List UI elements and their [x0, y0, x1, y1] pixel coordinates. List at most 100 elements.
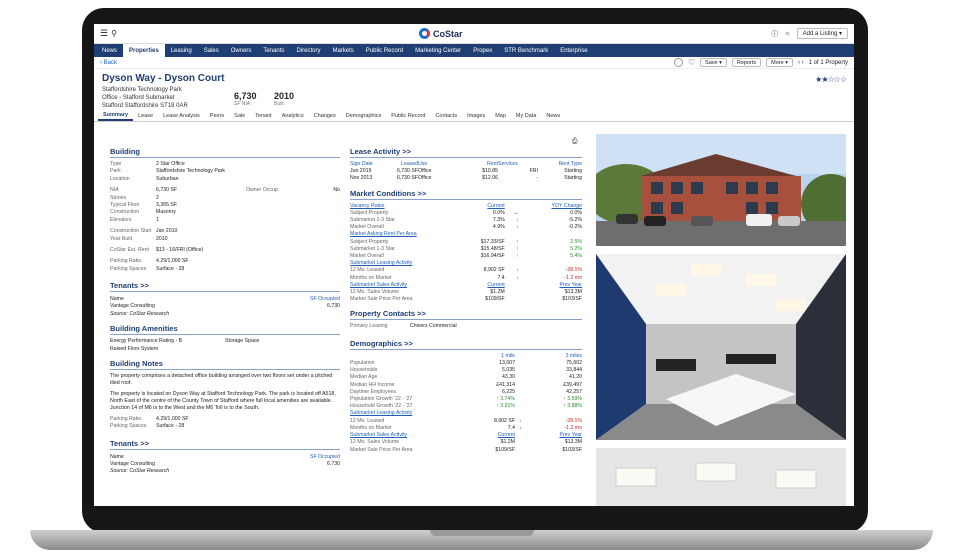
lease-row[interactable]: Jun 2019 6,730 SF Office $10.85 FRI Starting — [350, 168, 582, 175]
table-cell: Market Overall — [350, 224, 384, 231]
table-cell: Months on Market — [350, 274, 392, 281]
office-interior-photo[interactable] — [596, 254, 846, 440]
tab-map[interactable]: Map — [490, 111, 511, 121]
table-cell: Starting — [564, 175, 582, 182]
table-cell — [515, 403, 522, 410]
tab-demographics[interactable]: Demographics — [341, 111, 386, 121]
row-value: 4.29/1,000 SF — [156, 258, 189, 265]
tab-changes[interactable]: Changes — [309, 111, 341, 121]
photo-column — [586, 134, 854, 506]
nav-item-markets[interactable]: Markets — [326, 44, 359, 57]
table-cell: Market Sale Price Per Area — [350, 446, 413, 453]
nav-item-news[interactable]: News — [96, 44, 123, 57]
tenants-heading-2[interactable]: Tenants >> — [110, 439, 340, 450]
row-value: 1 — [156, 216, 159, 223]
top-bar: ☰ ⚲ CoStar ⓘ ☼ Add a Listing ▾ — [94, 24, 854, 44]
table-cell: Population — [350, 360, 375, 367]
tab-contacts[interactable]: Contacts — [430, 111, 462, 121]
demo-row: Population 13,007 75,602 — [350, 360, 582, 367]
help-icon[interactable]: ⓘ — [771, 29, 778, 39]
costar-logo[interactable]: CoStar — [419, 28, 463, 39]
search-icon[interactable]: ⚲ — [111, 29, 117, 38]
office-ceiling-photo[interactable] — [596, 448, 846, 506]
stat-sf: 6,730 SF NIA — [234, 91, 257, 107]
row-value: 2 Star Office — [156, 161, 185, 167]
nav-item-directory[interactable]: Directory — [290, 44, 326, 57]
tab-news[interactable]: News — [541, 111, 565, 121]
pager-arrows[interactable]: ‹ › — [798, 60, 804, 66]
nav-item-public-record[interactable]: Public Record — [360, 44, 409, 57]
table-cell — [455, 231, 505, 238]
market-row: Submarket 1-3 Star 7.3% ↓ -5.2% — [350, 217, 582, 224]
tab-tenant[interactable]: Tenant — [250, 111, 277, 121]
nav-item-leasing[interactable]: Leasing — [165, 44, 198, 57]
table-cell: 12 Mo. Leased — [350, 267, 385, 274]
nav-item-tenants[interactable]: Tenants — [257, 44, 290, 57]
nav-item-str-benchmark[interactable]: STR Benchmark — [498, 44, 554, 57]
tab-lease[interactable]: Lease — [133, 111, 158, 121]
tab-analytics[interactable]: Analytics — [277, 111, 309, 121]
building-row: Construction Masonry — [110, 209, 340, 216]
subsection-header[interactable]: Submarket Leasing Activity — [350, 410, 582, 417]
globe-icon[interactable]: ☼ — [784, 30, 790, 37]
tab-lease-analysis[interactable]: Lease Analysis — [158, 111, 205, 121]
heart-icon[interactable]: ♡ — [688, 58, 695, 67]
table-cell — [350, 353, 455, 360]
tab-sale[interactable]: Sale — [229, 111, 250, 121]
table-cell: ↑ 3.91% — [496, 403, 515, 410]
tenants-heading[interactable]: Tenants >> — [110, 281, 340, 293]
table-cell: 6,730 SF — [396, 175, 418, 182]
subsection-header[interactable]: Submarket Sales Activity Current Prev Year — [350, 282, 582, 289]
nav-item-owners[interactable]: Owners — [225, 44, 258, 57]
table-cell: 12 Mo. Sales Volume — [350, 289, 400, 296]
tab-public-record[interactable]: Public Record — [386, 111, 430, 121]
tab-summary[interactable]: Summary — [98, 111, 134, 121]
lease-row[interactable]: Nov 2013 6,730 SF Office $12.06 - Starting — [350, 175, 582, 182]
table-cell: Prev Year — [559, 281, 583, 288]
market-row: Market Overall $16.94/SF ↑ 5.4% — [350, 253, 582, 260]
table-cell: -0.2% — [568, 224, 582, 231]
subsection-header[interactable]: Submarket Sales Activity Current Prev Year — [350, 432, 582, 439]
demo-row: Daytime Employees 6,225 42,257 — [350, 389, 582, 396]
check-icon[interactable] — [673, 58, 683, 67]
contacts-heading[interactable]: Property Contacts >> — [350, 309, 582, 321]
back-link[interactable]: ‹ Back — [100, 60, 117, 66]
property-title: Dyson Way - Dyson Court — [102, 73, 225, 84]
reports-button[interactable]: Reports — [731, 58, 762, 67]
nav-item-sales[interactable]: Sales — [198, 44, 225, 57]
tenant-row[interactable]: Vantage Consulting 6,730 — [110, 461, 340, 468]
save-button[interactable]: Save ▾ — [700, 58, 727, 67]
row-label: Year Built — [110, 235, 133, 242]
market-row: Submarket 1-3 Star $15.48/SF ↑ 5.2% — [350, 246, 582, 253]
demographics-heading[interactable]: Demographics >> — [350, 339, 582, 350]
table-cell: Office — [418, 168, 432, 175]
add-listing-button[interactable]: Add a Listing ▾ — [796, 28, 848, 39]
building-exterior-photo[interactable] — [586, 134, 854, 246]
table-cell: Current — [487, 202, 505, 209]
subsection-header[interactable]: Submarket Leasing Activity — [350, 260, 582, 267]
market-heading[interactable]: Market Conditions >> — [350, 189, 582, 200]
table-cell — [515, 439, 522, 446]
market-row: Months on Market 7.4 ↓ -1.2 mo — [350, 275, 582, 282]
more-button[interactable]: More ▾ — [766, 58, 793, 67]
building-row: Stories 2 — [110, 195, 340, 202]
subsection-header[interactable]: Market Asking Rent Per Area — [350, 231, 582, 238]
tab-peers[interactable]: Peers — [205, 111, 229, 121]
nav-item-enterprise[interactable]: Enterprise — [554, 44, 593, 57]
table-cell: $103/SF — [562, 296, 582, 303]
nav-item-propex[interactable]: Propex — [467, 44, 498, 57]
tab-images[interactable]: Images — [462, 111, 490, 121]
lease-heading[interactable]: Lease Activity >> — [350, 147, 582, 158]
row-value: $13 - 16/FRI (Office) — [156, 247, 204, 254]
tenant-row[interactable]: Vantage Consulting 6,730 — [110, 303, 340, 310]
nav-item-properties[interactable]: Properties — [123, 44, 165, 57]
hamburger-icon[interactable]: ☰ — [100, 28, 108, 39]
table-cell: $10.85 — [482, 168, 498, 175]
table-cell: $15.48/SF — [480, 245, 505, 252]
table-cell — [519, 260, 582, 267]
subsection-header[interactable]: Vacancy Rates Current YOY Change — [350, 203, 582, 210]
market-row: Market Sale Price Per Area $109/SF $103/SF — [350, 296, 582, 303]
tab-my-data[interactable]: My Data — [511, 111, 541, 121]
nav-item-marketing-center[interactable]: Marketing Center — [409, 44, 467, 57]
table-cell: Household Growth '22 - '27 — [350, 403, 413, 410]
